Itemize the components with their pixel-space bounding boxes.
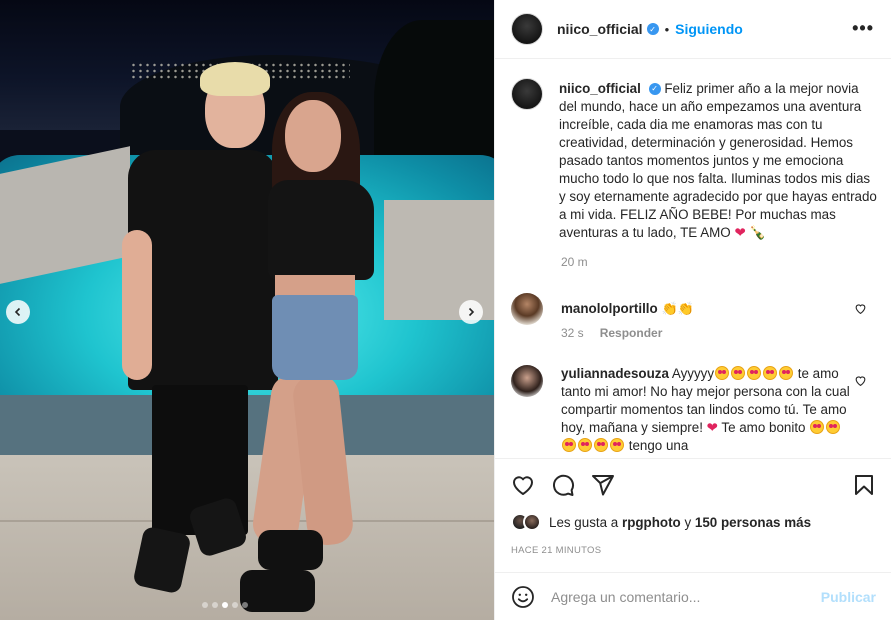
- carousel-dot: [242, 602, 248, 608]
- caption-avatar[interactable]: [511, 78, 543, 110]
- likes-summary: Les gusta a rpgphoto y 150 personas más: [511, 513, 811, 531]
- add-comment-bar: Publicar: [495, 572, 891, 620]
- woman-face: [285, 100, 341, 172]
- publish-button[interactable]: Publicar: [821, 589, 876, 605]
- comment-item: yuliannadesouza Ayyyyy te amo tanto mi a…: [511, 365, 881, 455]
- comment-text: tengo una: [628, 438, 689, 453]
- comment-timestamp[interactable]: 32 s: [561, 326, 584, 340]
- heart-icon[interactable]: [511, 473, 535, 497]
- commenter-username[interactable]: manololportillo: [561, 301, 658, 316]
- post-photo[interactable]: [0, 0, 494, 620]
- following-button[interactable]: Siguiendo: [675, 21, 743, 37]
- star-struck-emoji-icon: [747, 366, 762, 380]
- caption-timestamp[interactable]: 20 m: [561, 255, 588, 269]
- man-hair: [200, 62, 270, 96]
- verified-badge-icon: ✓: [648, 83, 661, 96]
- likes-text: Les gusta a rpgphoto y 150 personas más: [549, 515, 811, 530]
- post-actions: Les gusta a rpgphoto y 150 personas más …: [495, 458, 891, 570]
- comment-item: manololportillo 👏👏: [511, 293, 881, 325]
- commenter-avatar[interactable]: [511, 293, 543, 325]
- likes-count-link[interactable]: 150 personas más: [695, 515, 811, 530]
- header-separator: •: [664, 21, 670, 37]
- star-struck-emoji-icon: [578, 438, 592, 452]
- woman-shorts: [272, 295, 358, 380]
- star-struck-emoji-icon: [763, 366, 778, 380]
- carousel-dot-active: [222, 602, 228, 608]
- like-comment-heart-icon[interactable]: [854, 374, 867, 387]
- reply-button[interactable]: Responder: [600, 326, 663, 340]
- carousel-dot: [202, 602, 208, 608]
- man-arm: [122, 230, 152, 380]
- comment-meta: 32 s Responder: [561, 326, 662, 340]
- carousel-dots: [202, 602, 248, 608]
- caption: niico_official ✓ Feliz primer año a la m…: [511, 78, 877, 242]
- likes-connector: y: [684, 514, 692, 530]
- commenter-username[interactable]: yuliannadesouza: [561, 366, 669, 381]
- clapping-hands-emoji-icon: 👏: [661, 301, 678, 316]
- action-buttons: [511, 473, 615, 497]
- red-heart-emoji-icon: ❤: [706, 420, 718, 435]
- emoji-smiley-icon[interactable]: [511, 585, 535, 609]
- verified-badge-icon: ✓: [646, 23, 659, 35]
- author-avatar[interactable]: [511, 13, 543, 45]
- woman-shoe-left: [240, 570, 315, 612]
- chevron-right-icon: [468, 307, 475, 317]
- woman-top: [268, 180, 374, 280]
- comment-input[interactable]: [550, 588, 821, 605]
- caption-text: Feliz primer año a la mejor novia del mu…: [559, 81, 877, 240]
- comment-text: Ayyyyy: [671, 366, 715, 381]
- clapping-hands-emoji-icon: 👏: [677, 301, 694, 316]
- champagne-emoji-icon: 🍾: [749, 225, 767, 240]
- star-struck-emoji-icon: [715, 366, 730, 380]
- liker-username[interactable]: rpgphoto: [622, 515, 681, 530]
- more-options-icon[interactable]: •••: [852, 18, 874, 39]
- star-struck-emoji-icon: [562, 438, 576, 452]
- caption-username[interactable]: niico_official: [559, 81, 641, 96]
- post-timestamp[interactable]: HACE 21 MINUTOS: [511, 545, 601, 556]
- carousel-dot: [212, 602, 218, 608]
- liker-avatar: [523, 513, 541, 531]
- comment-text: Te amo bonito: [721, 420, 806, 435]
- star-struck-emoji-icon: [779, 366, 794, 380]
- chevron-left-icon: [14, 307, 21, 317]
- star-struck-emoji-icon: [731, 366, 746, 380]
- woman-shoe-right: [258, 530, 323, 570]
- carousel-prev-button[interactable]: [6, 300, 30, 324]
- post-side-panel: niico_official ✓ • Siguiendo ••• niico_o…: [494, 0, 891, 620]
- comment-text-block: manololportillo 👏👏: [561, 293, 851, 325]
- comment-text-block: yuliannadesouza Ayyyyy te amo tanto mi a…: [561, 365, 851, 455]
- star-struck-emoji-icon: [810, 420, 825, 434]
- caption-text-block: niico_official ✓ Feliz primer año a la m…: [559, 80, 877, 242]
- commenter-avatar[interactable]: [511, 365, 543, 397]
- comment-icon[interactable]: [551, 473, 575, 497]
- bookmark-icon[interactable]: [852, 473, 876, 497]
- star-struck-emoji-icon: [826, 420, 841, 434]
- red-heart-emoji-icon: ❤: [734, 225, 746, 240]
- author-username[interactable]: niico_official: [557, 21, 643, 37]
- star-struck-emoji-icon: [594, 438, 608, 452]
- like-comment-heart-icon[interactable]: [854, 302, 867, 315]
- carousel-next-button[interactable]: [459, 300, 483, 324]
- star-struck-emoji-icon: [610, 438, 624, 452]
- likes-prefix: Les gusta a: [549, 514, 619, 530]
- comments-section: niico_official ✓ Feliz primer año a la m…: [495, 60, 891, 458]
- post-header: niico_official ✓ • Siguiendo •••: [495, 0, 891, 59]
- share-icon[interactable]: [591, 473, 615, 497]
- carousel-dot: [232, 602, 238, 608]
